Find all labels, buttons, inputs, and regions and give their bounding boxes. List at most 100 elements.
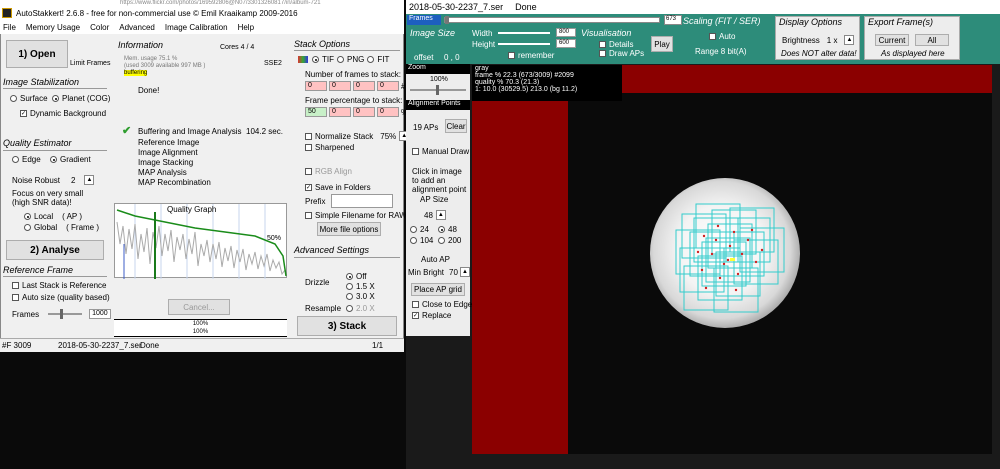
dynamic-background-checkbox[interactable]: ✓ bbox=[20, 110, 27, 117]
zoom-slider-thumb[interactable] bbox=[436, 85, 439, 95]
simple-filename-checkbox[interactable] bbox=[305, 212, 312, 219]
ap-size-104-option[interactable]: 104 bbox=[410, 236, 433, 245]
remember-checkbox[interactable] bbox=[508, 52, 515, 59]
sharpened-checkbox[interactable] bbox=[305, 144, 312, 151]
ap-size-200-option[interactable]: 200 bbox=[438, 236, 461, 245]
menu-memory-usage[interactable]: Memory Usage bbox=[26, 23, 80, 32]
percentage-3[interactable]: 0 bbox=[353, 107, 375, 117]
frames-to-stack-1[interactable]: 0 bbox=[305, 81, 327, 91]
frames-to-stack-3[interactable]: 0 bbox=[353, 81, 375, 91]
percentage-1[interactable]: 50 bbox=[305, 107, 327, 117]
zoom-slider[interactable] bbox=[410, 85, 466, 95]
cancel-button[interactable]: Cancel... bbox=[168, 299, 230, 315]
menu-file[interactable]: File bbox=[3, 23, 16, 32]
frames-input[interactable]: 1000 bbox=[89, 309, 112, 319]
resample-20-radio[interactable] bbox=[346, 305, 353, 312]
planet-option[interactable]: Planet (COG) bbox=[52, 94, 110, 103]
save-folders-option[interactable]: ✓ Save in Folders bbox=[305, 183, 371, 192]
menu-image-calibration[interactable]: Image Calibration bbox=[165, 23, 228, 32]
surface-option[interactable]: Surface bbox=[10, 94, 48, 103]
clear-aps-button[interactable]: Clear bbox=[445, 119, 467, 133]
ap-size-24-option[interactable]: 24 bbox=[410, 225, 429, 234]
ap-size-48-option[interactable]: 48 bbox=[438, 225, 457, 234]
manual-draw-checkbox[interactable] bbox=[412, 148, 419, 155]
remember-option[interactable]: remember bbox=[508, 51, 554, 60]
min-bright-spinner[interactable]: ▲ bbox=[459, 267, 470, 277]
prefix-input[interactable] bbox=[331, 194, 393, 208]
drizzle-off-option[interactable]: Off bbox=[346, 272, 367, 281]
drizzle-30-option[interactable]: 3.0 X bbox=[346, 292, 375, 301]
manual-draw-option[interactable]: Manual Draw bbox=[412, 147, 469, 156]
gradient-radio[interactable] bbox=[50, 156, 57, 163]
auto-size-option[interactable]: Auto size (quality based) bbox=[12, 293, 110, 302]
drizzle-30-radio[interactable] bbox=[346, 293, 353, 300]
more-file-options-button[interactable]: More file options bbox=[317, 222, 381, 236]
global-radio[interactable] bbox=[24, 224, 31, 231]
draw-aps-option[interactable]: ✓ Draw APs bbox=[599, 49, 644, 58]
details-option[interactable]: ✓ Details bbox=[599, 40, 633, 49]
height-value[interactable]: 600 bbox=[556, 39, 576, 48]
width-value[interactable]: 800 bbox=[556, 28, 576, 37]
drizzle-off-radio[interactable] bbox=[346, 273, 353, 280]
frames-to-stack-2[interactable]: 0 bbox=[329, 81, 351, 91]
height-slider[interactable] bbox=[498, 43, 550, 45]
frames-slider-thumb[interactable] bbox=[445, 16, 449, 24]
draw-aps-checkbox[interactable]: ✓ bbox=[599, 50, 606, 57]
menu-help[interactable]: Help bbox=[238, 23, 254, 32]
drizzle-15-radio[interactable] bbox=[346, 283, 353, 290]
auto-size-checkbox[interactable] bbox=[12, 294, 19, 301]
stack-button[interactable]: 3) Stack bbox=[297, 316, 397, 336]
menu-color[interactable]: Color bbox=[90, 23, 109, 32]
frames-slider[interactable] bbox=[444, 16, 660, 24]
ap-size-104-radio[interactable] bbox=[410, 237, 417, 244]
save-folders-checkbox[interactable]: ✓ bbox=[305, 184, 312, 191]
close-to-edge-checkbox[interactable] bbox=[412, 301, 419, 308]
export-all-button[interactable]: All bbox=[915, 34, 949, 46]
ap-size-24-radio[interactable] bbox=[410, 226, 417, 233]
edge-option[interactable]: Edge bbox=[12, 155, 41, 164]
limit-frames-link[interactable]: Limit Frames bbox=[70, 60, 110, 67]
noise-robust-spinner[interactable]: ▲ bbox=[84, 175, 95, 185]
tif-radio[interactable] bbox=[312, 56, 319, 63]
last-stack-option[interactable]: Last Stack is Reference bbox=[12, 281, 106, 290]
rgb-align-checkbox[interactable] bbox=[305, 168, 312, 175]
frames-to-stack-4[interactable]: 0 bbox=[377, 81, 399, 91]
rgb-align-option[interactable]: RGB Align bbox=[305, 167, 352, 176]
frames-slider[interactable] bbox=[48, 309, 83, 319]
ap-size-spinner[interactable]: ▲ bbox=[435, 210, 446, 220]
export-current-button[interactable]: Current bbox=[875, 34, 909, 46]
details-checkbox[interactable]: ✓ bbox=[599, 41, 606, 48]
replace-checkbox[interactable]: ✓ bbox=[412, 312, 419, 319]
surface-radio[interactable] bbox=[10, 95, 17, 102]
width-slider[interactable] bbox=[498, 32, 550, 34]
global-option[interactable]: Global ( Frame ) bbox=[24, 223, 99, 232]
replace-option[interactable]: ✓ Replace bbox=[412, 311, 451, 320]
edge-radio[interactable] bbox=[12, 156, 19, 163]
resample-20-option[interactable]: 2.0 X bbox=[346, 304, 375, 313]
ap-size-200-radio[interactable] bbox=[438, 237, 445, 244]
close-to-edge-option[interactable]: Close to Edge bbox=[412, 300, 472, 309]
gradient-option[interactable]: Gradient bbox=[50, 155, 91, 164]
local-radio[interactable] bbox=[24, 213, 31, 220]
local-option[interactable]: Local ( AP ) bbox=[24, 212, 82, 221]
frames-slider-thumb[interactable] bbox=[60, 309, 64, 319]
frames-tab[interactable]: Frames bbox=[407, 15, 441, 25]
analyse-button[interactable]: 2) Analyse bbox=[6, 240, 104, 260]
auto-scaling-option[interactable]: ✓ Auto bbox=[709, 32, 735, 41]
simple-filename-option[interactable]: Simple Filename for RAW bbox=[305, 211, 407, 220]
png-radio[interactable] bbox=[337, 56, 344, 63]
menu-advanced[interactable]: Advanced bbox=[119, 23, 155, 32]
percentage-4[interactable]: 0 bbox=[377, 107, 399, 117]
play-button[interactable]: Play bbox=[651, 36, 673, 52]
fit-radio[interactable] bbox=[367, 56, 375, 63]
last-stack-checkbox[interactable] bbox=[12, 282, 19, 289]
auto-scaling-checkbox[interactable]: ✓ bbox=[709, 33, 716, 40]
percentage-2[interactable]: 0 bbox=[329, 107, 351, 117]
open-button[interactable]: 1) Open bbox=[6, 40, 68, 68]
ap-size-48-radio[interactable] bbox=[438, 226, 445, 233]
drizzle-15-option[interactable]: 1.5 X bbox=[346, 282, 375, 291]
brightness-spinner[interactable]: ▲ bbox=[844, 35, 855, 45]
place-ap-grid-button[interactable]: Place AP grid bbox=[411, 283, 465, 296]
planet-radio[interactable] bbox=[52, 95, 59, 102]
sharpened-option[interactable]: Sharpened bbox=[305, 143, 354, 152]
